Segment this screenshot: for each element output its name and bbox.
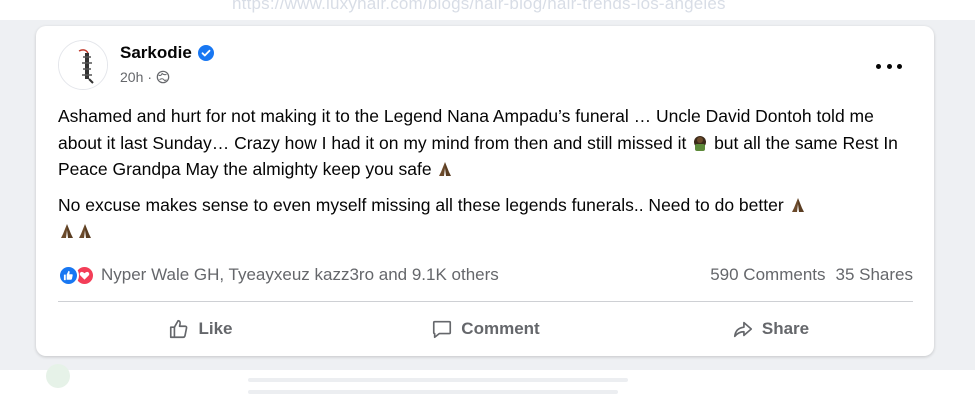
post-body: Ashamed and hurt for not making it to th… [58,103,918,245]
share-button-label: Share [761,319,810,338]
face-palm-emoji-icon [694,135,707,151]
comment-bubble-icon [433,320,452,339]
folded-hands-emoji-icon [439,162,452,176]
more-options-icon[interactable] [876,58,902,74]
post-actions: Like Comment Share [58,309,913,349]
background-text-line [248,390,618,394]
reactions-summary[interactable]: Nyper Wale GH, Tyeayxeuz kazz3ro and 9.1… [58,264,499,286]
author-name[interactable]: Sarkodie [120,43,192,63]
background-text-line [248,378,628,382]
folded-hands-emoji-icon [79,224,91,238]
background-avatar-placeholder [46,364,70,388]
post-meta: 20h · [120,69,170,85]
like-button[interactable]: Like [58,309,343,349]
globe-icon[interactable] [156,70,170,84]
meta-separator: · [147,69,153,85]
thumbs-up-icon [170,319,188,339]
post-paragraph-1: Ashamed and hurt for not making it to th… [58,103,918,183]
like-reaction-icon [58,264,79,286]
comment-button[interactable]: Comment [343,309,628,349]
comments-count[interactable]: 590 Comments [710,265,825,285]
verified-badge-icon [197,45,214,61]
shares-count[interactable]: 35 Shares [836,265,914,285]
author-avatar[interactable] [58,40,108,90]
share-button[interactable]: Share [628,309,913,349]
folded-hands-emoji-icon [791,197,804,212]
share-arrow-icon [733,321,752,338]
post-paragraph-2-text-a: No excuse makes sense to even myself mis… [58,194,789,215]
engagement-counts: 590 Comments 35 Shares [710,265,913,285]
actions-divider [58,301,913,302]
post-paragraph-2: No excuse makes sense to even myself mis… [58,192,918,245]
comment-button-label: Comment [461,319,540,338]
post-header: Sarkodie 20h · [58,40,918,92]
like-button-label: Like [198,319,233,338]
sarkodie-logo-icon [59,41,107,89]
facebook-post-card: Sarkodie 20h · Ashamed and hurt for not … [36,26,934,356]
reactions-summary-text[interactable]: Nyper Wale GH, Tyeayxeuz kazz3ro and 9.1… [101,265,499,285]
post-timestamp[interactable]: 20h [120,69,143,85]
author-name-row: Sarkodie [120,43,214,63]
background-url-text: https://www.luxyhair.com/blogs/hair-blog… [232,0,726,13]
post-stats: Nyper Wale GH, Tyeayxeuz kazz3ro and 9.1… [58,261,913,289]
reaction-icons [58,264,95,286]
folded-hands-emoji-icon [61,224,73,238]
